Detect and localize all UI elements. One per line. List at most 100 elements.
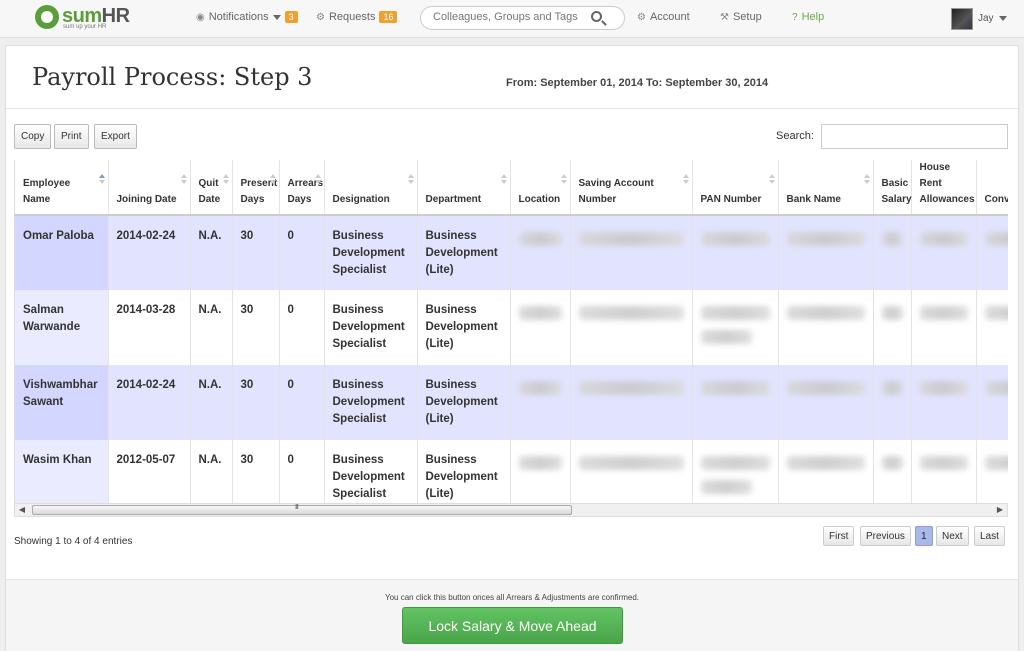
col-bank-name[interactable]: Bank Name [778,160,874,216]
col-employee-name[interactable]: Employee Name [15,160,109,216]
setup-menu[interactable]: ⚒ Setup [720,11,762,23]
chevron-down-icon [998,16,1007,21]
designation-cell: Business Development Specialist [324,290,418,365]
help-menu[interactable]: ? Help [792,11,824,23]
redacted-text [700,456,770,470]
sort-icon [682,174,689,184]
global-search-input[interactable] [433,11,593,23]
account-cell-redacted [570,290,693,365]
export-button[interactable]: Export [94,124,137,149]
redacted-text [984,232,1008,246]
global-search[interactable] [420,6,625,30]
bank-cell-redacted [778,215,874,290]
scrollbar-thumb[interactable] [32,504,572,515]
conveyance-cell-redacted [976,290,1008,365]
scroll-right-icon[interactable]: ▶ [993,504,1007,516]
quit-date-cell: N.A. [190,215,233,290]
basic-salary-cell-redacted [873,440,912,503]
table-search-input[interactable] [821,124,1008,149]
wrench-icon: ⚒ [720,11,729,23]
redacted-text [518,306,562,320]
table-row[interactable]: Wasim Khan 2012-05-07 N.A. 30 0 Business… [15,440,1008,503]
search-label: Search: [776,130,814,142]
col-pan-number[interactable]: PAN Number [692,160,779,216]
quit-date-cell: N.A. [190,440,233,503]
col-house-rent[interactable]: House Rent Allowances [911,160,977,216]
print-button[interactable]: Print [54,124,89,149]
house-rent-cell-redacted [911,290,977,365]
table-row[interactable]: Salman Warwande 2014-03-28 N.A. 30 0 Bus… [15,290,1008,365]
col-present-days[interactable]: Present Days [232,160,280,216]
search-icon[interactable] [591,11,602,22]
employee-name-cell: Salman Warwande [15,290,109,365]
redacted-text [578,232,684,246]
lock-salary-button[interactable]: Lock Salary & Move Ahead [402,607,623,644]
col-arrears-days[interactable]: Arrears Days [279,160,325,216]
basic-salary-cell-redacted [873,215,912,290]
redacted-text [919,306,968,320]
payroll-period: From: September 01, 2014 To: September 3… [506,77,769,89]
pagination-next[interactable]: Next [936,526,969,546]
user-menu[interactable]: Jay [978,13,1007,24]
redacted-text [786,306,865,320]
lock-note: You can click this button onces all Arre… [384,593,640,602]
redacted-text [919,232,968,246]
redacted-text [919,381,968,395]
pagination-page-1[interactable]: 1 [915,526,933,546]
conveyance-cell-redacted [976,215,1008,290]
redacted-text [881,456,903,470]
pagination-last[interactable]: Last [974,526,1005,546]
copy-button[interactable]: Copy [14,124,52,149]
joining-date-cell: 2012-05-07 [108,440,191,503]
pan-cell-redacted [692,440,779,503]
notifications-menu[interactable]: ◉ Notifications 3 [196,11,298,23]
pagination-previous[interactable]: Previous [860,526,911,546]
col-joining-date[interactable]: Joining Date [108,160,191,216]
requests-menu[interactable]: ⚙ Requests 16 [316,11,398,23]
house-rent-cell-redacted [911,365,977,440]
account-menu[interactable]: ⚙ Account [637,11,690,23]
table-horizontal-scrollbar[interactable]: ◀ ▶ [14,503,1008,517]
arrears-days-cell: 0 [279,290,325,365]
sumhr-logo[interactable]: sumHR sum up your HR [35,5,145,31]
arrears-days-cell: 0 [279,365,325,440]
quit-date-cell: N.A. [190,365,233,440]
account-cell-redacted [570,215,693,290]
col-quit-date[interactable]: Quit Date [190,160,233,216]
quit-date-cell: N.A. [190,290,233,365]
table-row[interactable]: Omar Paloba 2014-02-24 N.A. 30 0 Busines… [15,215,1008,290]
help-label: Help [801,11,825,23]
col-basic-salary[interactable]: Basic Salary [873,160,912,216]
account-cell-redacted [570,365,693,440]
redacted-text [984,381,1008,395]
scroll-left-icon[interactable]: ◀ [15,504,29,516]
redacted-text [700,306,770,320]
designation-cell: Business Development Specialist [324,365,418,440]
redacted-text [578,381,684,395]
sort-icon [863,174,870,184]
location-cell-redacted [510,215,571,290]
redacted-text [881,306,903,320]
col-location[interactable]: Location [510,160,571,216]
present-days-cell: 30 [232,290,280,365]
col-designation[interactable]: Designation [324,160,418,216]
house-rent-cell-redacted [911,215,977,290]
col-department[interactable]: Department [417,160,511,216]
present-days-cell: 30 [232,440,280,503]
col-saving-account[interactable]: Saving Account Number [570,160,693,216]
employee-name-cell: Vishwambhar Sawant [15,365,109,440]
entries-info: Showing 1 to 4 of 4 entries [14,536,133,547]
redacted-text [700,381,770,395]
pagination-first[interactable]: First [823,526,855,546]
avatar[interactable] [951,8,973,30]
table-row[interactable]: Vishwambhar Sawant 2014-02-24 N.A. 30 0 … [15,365,1008,440]
employee-name-cell: Omar Paloba [15,215,109,290]
logo-mark-icon [35,5,59,29]
basic-salary-cell-redacted [873,365,912,440]
requests-label: Requests [328,11,376,23]
col-conveyance[interactable]: Conv Allo [976,160,1008,216]
redacted-text [578,456,684,470]
pan-cell-redacted [692,290,779,365]
user-name: Jay [978,13,994,24]
table-header-row: Employee Name Joining Date Quit Date Pre… [15,160,1008,216]
